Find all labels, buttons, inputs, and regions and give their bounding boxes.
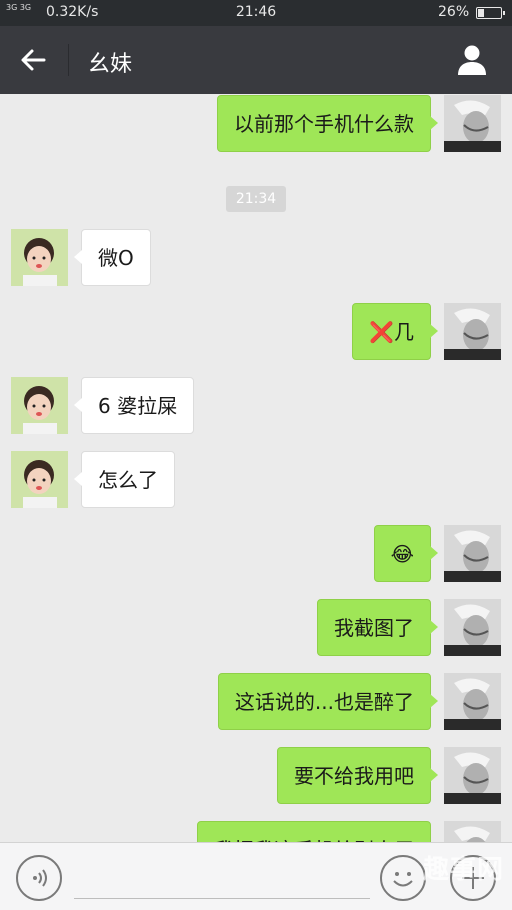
contact-avatar[interactable] [11, 377, 68, 434]
watermark: 趣事网 [422, 855, 504, 885]
voice-icon [33, 869, 47, 887]
voice-button[interactable] [16, 855, 62, 901]
my-avatar[interactable] [444, 599, 501, 656]
message-bubble[interactable]: ❌几 [352, 303, 438, 360]
message-input[interactable] [74, 857, 370, 899]
contact-name: 幺妹 [88, 52, 133, 77]
message-bubble[interactable]: 微O [74, 229, 151, 286]
battery-fill [478, 9, 485, 17]
time-divider: 21:34 [226, 186, 286, 212]
message-bubble[interactable]: 😂 [373, 525, 439, 582]
my-avatar[interactable] [444, 747, 501, 804]
contact-avatar[interactable] [11, 229, 68, 286]
cross-mark-emoji: ❌ [369, 320, 394, 344]
my-avatar[interactable] [444, 525, 501, 582]
back-button[interactable] [14, 42, 54, 78]
contact-avatar[interactable] [11, 451, 68, 508]
my-avatar[interactable] [444, 821, 501, 842]
message-bubble[interactable]: 怎么了 [74, 451, 175, 508]
message-bubble[interactable]: 这话说的...也是醉了 [217, 673, 439, 730]
message-bubble[interactable]: 我截图了 [317, 599, 438, 656]
message-bubble[interactable]: 以前那个手机什么款 [217, 95, 438, 152]
message-bubble[interactable]: 要不给我用吧 [277, 747, 438, 804]
message-bubble[interactable]: 6 婆拉屎 [73, 377, 195, 434]
message-bubble[interactable]: 我把我这手机给别人用 [197, 821, 431, 842]
header-divider [68, 44, 69, 76]
my-avatar[interactable] [444, 673, 501, 730]
message-text: 几 [394, 320, 414, 344]
chat-header: 幺妹 [0, 26, 512, 94]
my-avatar[interactable] [444, 95, 501, 152]
emoji-button[interactable] [380, 855, 426, 901]
back-arrow-icon [21, 49, 46, 71]
contact-profile-button[interactable] [452, 40, 492, 80]
my-avatar[interactable] [444, 303, 501, 360]
battery-icon [476, 7, 505, 19]
person-icon [458, 45, 486, 75]
input-bar: 趣事网 [0, 842, 512, 910]
status-bar: 3G 3G 0.32K/s 21:46 26% [0, 0, 512, 26]
smiley-icon [393, 872, 413, 887]
message-list[interactable]: 21:34 以前那个手机什么款 微O ❌几 6 婆拉屎 怎么了 😂 我截图了 这… [0, 94, 512, 842]
battery-percent: 26% [438, 4, 470, 20]
clock: 21:46 [235, 4, 277, 20]
